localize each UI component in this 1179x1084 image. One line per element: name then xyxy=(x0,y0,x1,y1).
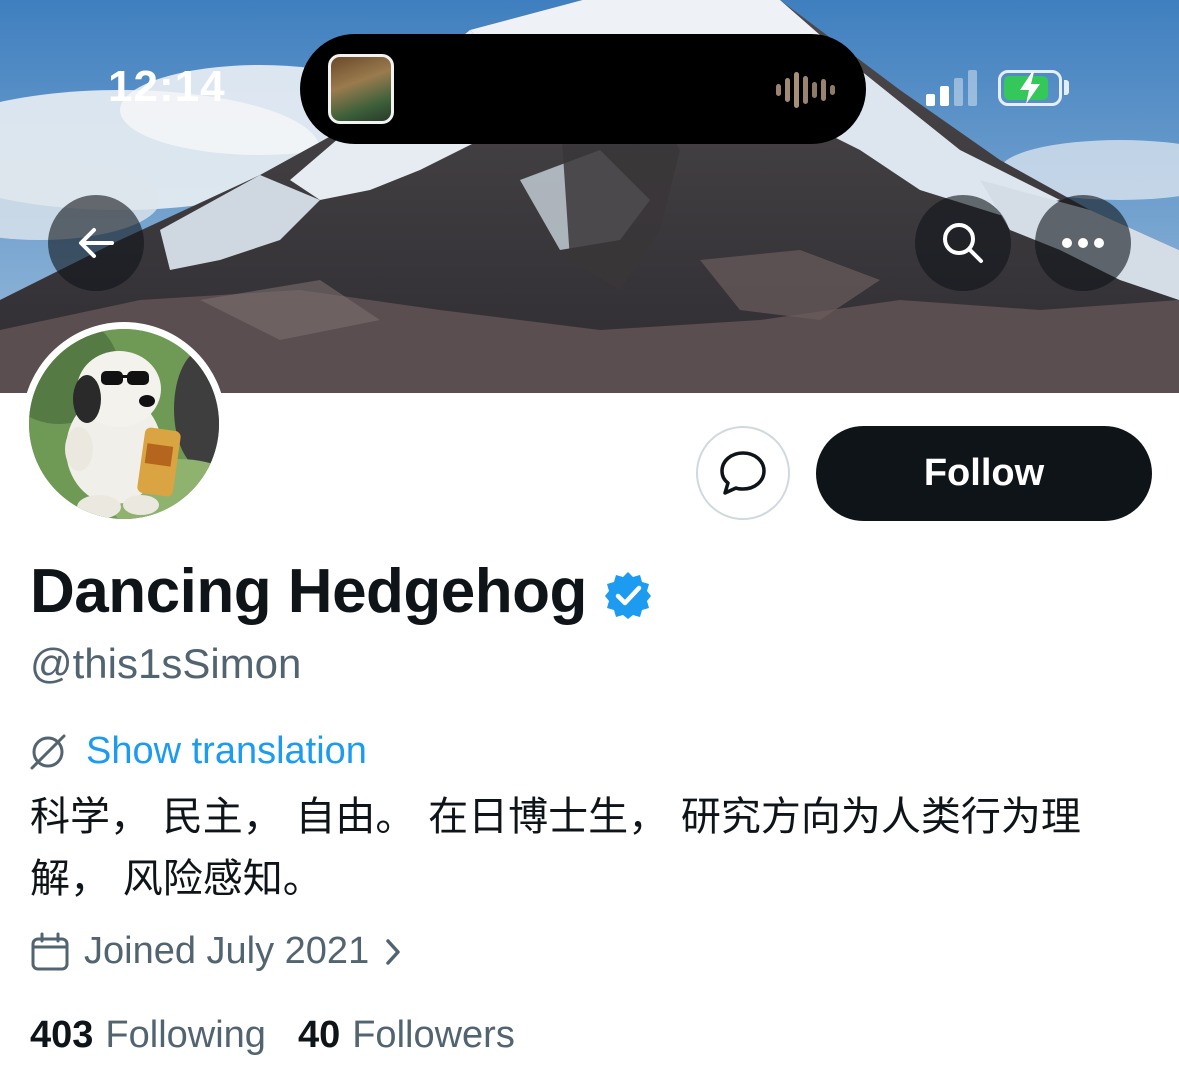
profile-bio: 科学， 民主， 自由。 在日博士生， 研究方向为人类行为理 解， 风险感知。 xyxy=(30,786,1140,910)
avatar[interactable] xyxy=(29,329,219,519)
avatar-image xyxy=(29,329,219,519)
followers-count: 40 xyxy=(297,1014,341,1056)
more-horizontal-icon xyxy=(1062,238,1104,248)
user-handle: @this1sSimon xyxy=(30,640,302,687)
bio-line: 科学， 民主， 自由。 在日博士生， 研究方向为人类行为理 xyxy=(30,794,1081,840)
charging-bolt-icon xyxy=(1020,72,1040,104)
search-button[interactable] xyxy=(915,195,1011,291)
dynamic-island[interactable] xyxy=(300,34,866,144)
bio-line: 解， 风险感知。 xyxy=(30,856,323,902)
audio-waveform-icon xyxy=(776,72,835,108)
calendar-icon xyxy=(31,932,69,970)
profile-banner[interactable]: 12:14 xyxy=(0,0,1179,393)
verified-badge-icon[interactable] xyxy=(603,570,653,620)
globe-translate-icon xyxy=(30,734,66,769)
following-label: Following xyxy=(105,1014,266,1056)
back-button[interactable] xyxy=(48,195,144,291)
joined-date: Joined July 2021 xyxy=(84,930,370,972)
following-count: 403 xyxy=(30,1014,94,1056)
battery-nub xyxy=(1064,80,1069,95)
show-translation-link[interactable]: Show translation xyxy=(86,730,367,773)
arrow-left-icon xyxy=(79,228,114,258)
follow-stats: 403 Following 40 Followers xyxy=(30,1014,515,1057)
more-options-button[interactable] xyxy=(1035,195,1131,291)
following-link[interactable]: 403 Following xyxy=(30,1014,266,1057)
display-name-row: Dancing Hedgehog xyxy=(30,556,653,627)
message-button[interactable] xyxy=(696,426,790,520)
message-bubble-icon xyxy=(720,451,766,495)
show-translation-row[interactable]: Show translation xyxy=(28,730,367,773)
joined-date-row[interactable]: Joined July 2021 xyxy=(30,930,403,973)
followers-link[interactable]: 40 Followers xyxy=(298,1014,515,1057)
follow-button[interactable]: Follow xyxy=(816,426,1152,521)
followers-label: Followers xyxy=(352,1014,515,1056)
now-playing-artwork xyxy=(328,54,394,124)
search-icon xyxy=(943,223,983,263)
status-bar-time: 12:14 xyxy=(108,62,226,111)
cellular-signal-icon xyxy=(926,70,977,106)
chevron-right-icon xyxy=(386,938,400,965)
display-name: Dancing Hedgehog xyxy=(30,557,587,626)
